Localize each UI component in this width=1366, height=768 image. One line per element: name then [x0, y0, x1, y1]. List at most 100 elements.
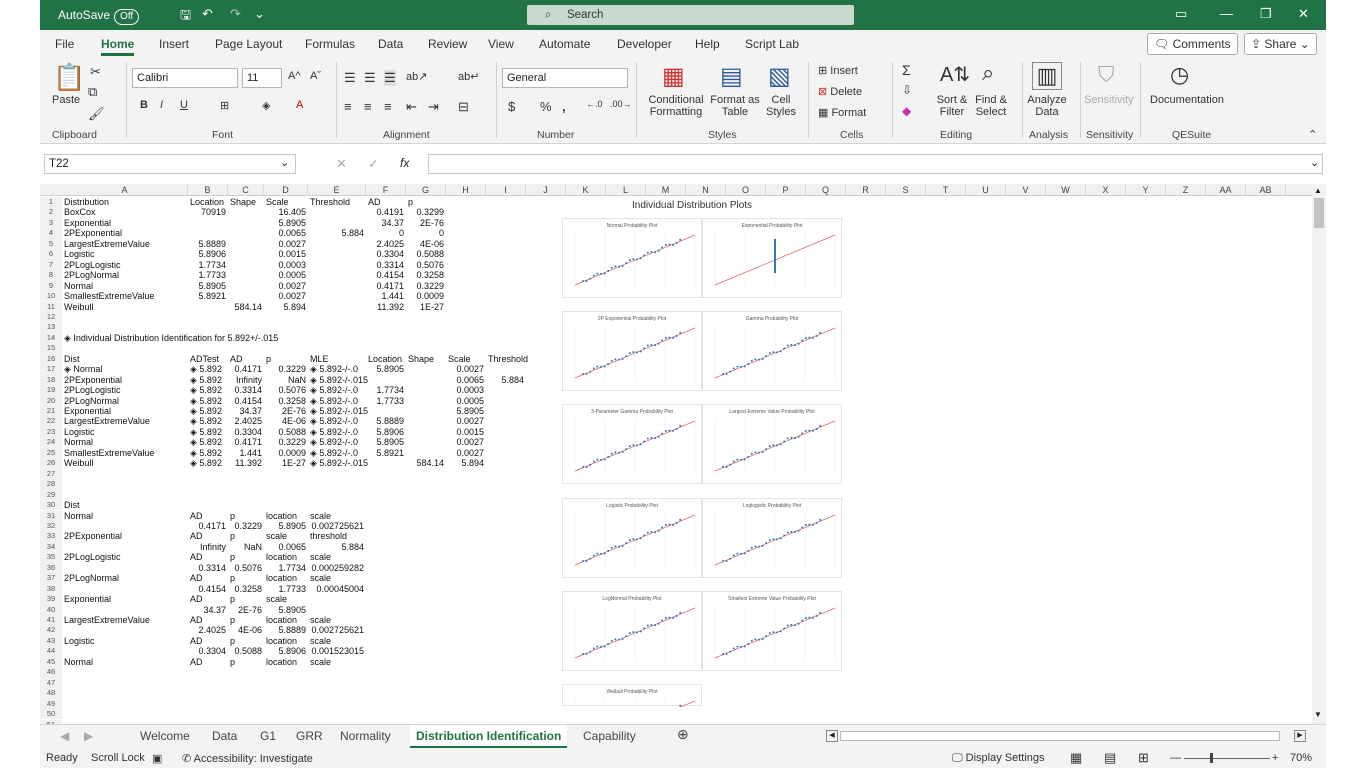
cell[interactable]: 0.4171: [228, 437, 262, 447]
decrease-decimal-icon[interactable]: .00→: [610, 99, 632, 109]
row-header[interactable]: 33: [40, 531, 62, 542]
cell[interactable]: 0.0065: [446, 375, 484, 385]
column-header[interactable]: AA: [1206, 184, 1246, 196]
cell[interactable]: 0.3314: [188, 563, 226, 573]
fill-color-icon[interactable]: ◈: [262, 99, 270, 112]
zoom-slider[interactable]: [1184, 758, 1270, 759]
row-header[interactable]: 19: [40, 385, 62, 396]
number-format-box[interactable]: General: [502, 68, 628, 88]
probability-plot[interactable]: Gamma Probability Plot: [702, 311, 842, 391]
row-header[interactable]: 35: [40, 552, 62, 563]
search-input[interactable]: ⌕ Search: [527, 5, 854, 25]
cell[interactable]: 5.8906: [188, 249, 226, 259]
tab-view[interactable]: View: [488, 37, 514, 51]
scroll-down-icon[interactable]: ▼: [1314, 710, 1322, 719]
cell[interactable]: Normal: [64, 437, 93, 447]
cell[interactable]: ◈ 5.892-/-.0: [310, 385, 358, 395]
sort-filter-icon[interactable]: A⇅: [940, 62, 970, 87]
row-header[interactable]: 50: [40, 709, 62, 720]
cell[interactable]: 0.000259282: [308, 563, 364, 573]
cell[interactable]: 0.001523015: [308, 646, 364, 656]
row-header[interactable]: 42: [40, 625, 62, 636]
row-header[interactable]: 23: [40, 426, 62, 438]
row-header[interactable]: 28: [40, 479, 62, 490]
cell[interactable]: Distribution: [64, 197, 109, 207]
cell[interactable]: LargestExtremeValue: [64, 615, 150, 625]
cell[interactable]: 5.8905: [366, 364, 404, 374]
cell[interactable]: ◈ 5.892-/-.0: [310, 416, 358, 426]
zoom-in-icon[interactable]: +: [1272, 752, 1278, 764]
cell[interactable]: Logistic: [64, 249, 95, 259]
row-header[interactable]: 40: [40, 604, 62, 615]
cell[interactable]: p: [230, 531, 235, 541]
cell[interactable]: ◈ 5.892-/-.015: [310, 375, 368, 385]
increase-font-icon[interactable]: A^: [288, 70, 301, 82]
sheet-tab-normality[interactable]: Normality: [340, 729, 391, 743]
column-header[interactable]: I: [486, 184, 526, 196]
cell[interactable]: location: [266, 657, 297, 667]
cell[interactable]: ◈ 5.892: [190, 396, 222, 406]
cell[interactable]: scale: [310, 615, 331, 625]
italic-icon[interactable]: I: [160, 99, 163, 111]
cell[interactable]: scale: [310, 657, 331, 667]
cell[interactable]: p: [230, 657, 235, 667]
paste-button[interactable]: Paste: [52, 94, 80, 106]
cell[interactable]: 0.4191: [366, 207, 404, 217]
row-header[interactable]: 15: [40, 343, 62, 354]
column-header[interactable]: D: [264, 184, 308, 196]
cell[interactable]: 0.0003: [264, 260, 306, 270]
bold-icon[interactable]: B: [140, 99, 148, 111]
column-header[interactable]: E: [308, 184, 366, 196]
cell[interactable]: 0.3304: [228, 427, 262, 437]
row-header[interactable]: 2: [40, 207, 62, 218]
column-header[interactable]: P: [766, 184, 806, 196]
cell[interactable]: AD: [190, 615, 203, 625]
cell[interactable]: ◈ 5.892-/-.0: [310, 437, 358, 447]
cell[interactable]: 70919: [188, 207, 226, 217]
cell[interactable]: 0: [366, 228, 404, 238]
cell-styles-icon[interactable]: ▧: [768, 62, 791, 91]
probability-plot[interactable]: Logistic Probability Plot: [562, 498, 702, 578]
analyze-data-button[interactable]: Analyze Data: [1026, 94, 1068, 118]
align-right-icon[interactable]: ≡: [384, 99, 392, 114]
tab-page-layout[interactable]: Page Layout: [215, 37, 282, 51]
row-header[interactable]: 34: [40, 541, 62, 553]
cell[interactable]: AD: [230, 354, 243, 364]
redo-icon[interactable]: ↷: [230, 6, 241, 22]
cell[interactable]: 16.405: [264, 207, 306, 217]
tab-insert[interactable]: Insert: [159, 37, 189, 51]
cell[interactable]: Logistic: [64, 427, 95, 437]
cell[interactable]: 0.002725621: [308, 521, 364, 531]
sheet-tab-grr[interactable]: GRR: [296, 729, 323, 743]
cell[interactable]: ◈ 5.892: [190, 416, 222, 426]
probability-plot[interactable]: Weibull Probability Plot: [562, 684, 702, 707]
cell[interactable]: Normal: [64, 511, 93, 521]
row-header[interactable]: 8: [40, 270, 62, 281]
align-center-icon[interactable]: ≡: [364, 99, 372, 114]
cell[interactable]: 1.7733: [264, 584, 306, 594]
cell[interactable]: 5.8905: [264, 521, 306, 531]
cell[interactable]: p: [230, 552, 235, 562]
cell[interactable]: ◈ 5.892: [190, 458, 222, 468]
cell[interactable]: 0.3229: [228, 521, 262, 531]
align-bottom-icon[interactable]: ☰: [384, 70, 396, 86]
cell[interactable]: 0.0027: [446, 364, 484, 374]
tab-developer[interactable]: Developer: [617, 37, 672, 51]
clear-icon[interactable]: ◆: [902, 104, 911, 118]
row-header[interactable]: 48: [40, 688, 62, 699]
cell[interactable]: 4E-06: [406, 239, 444, 249]
tab-review[interactable]: Review: [428, 37, 467, 51]
cell[interactable]: AD: [190, 552, 203, 562]
cell[interactable]: Exponential: [64, 406, 111, 416]
comma-icon[interactable]: ,: [562, 99, 566, 114]
cell[interactable]: 5.8889: [264, 625, 306, 635]
display-settings-button[interactable]: 🖵 Display Settings: [952, 752, 1045, 765]
column-header[interactable]: AB: [1246, 184, 1286, 196]
column-header[interactable]: K: [566, 184, 606, 196]
sheet-tab-g1[interactable]: G1: [260, 729, 276, 743]
align-middle-icon[interactable]: ☰: [364, 70, 376, 86]
cell[interactable]: 0.0065: [264, 228, 306, 238]
cell[interactable]: ◈ 5.892-/-.0: [310, 427, 358, 437]
row-header[interactable]: 49: [40, 698, 62, 710]
probability-plot[interactable]: Largest Extreme Value Probability Plot: [702, 404, 842, 484]
